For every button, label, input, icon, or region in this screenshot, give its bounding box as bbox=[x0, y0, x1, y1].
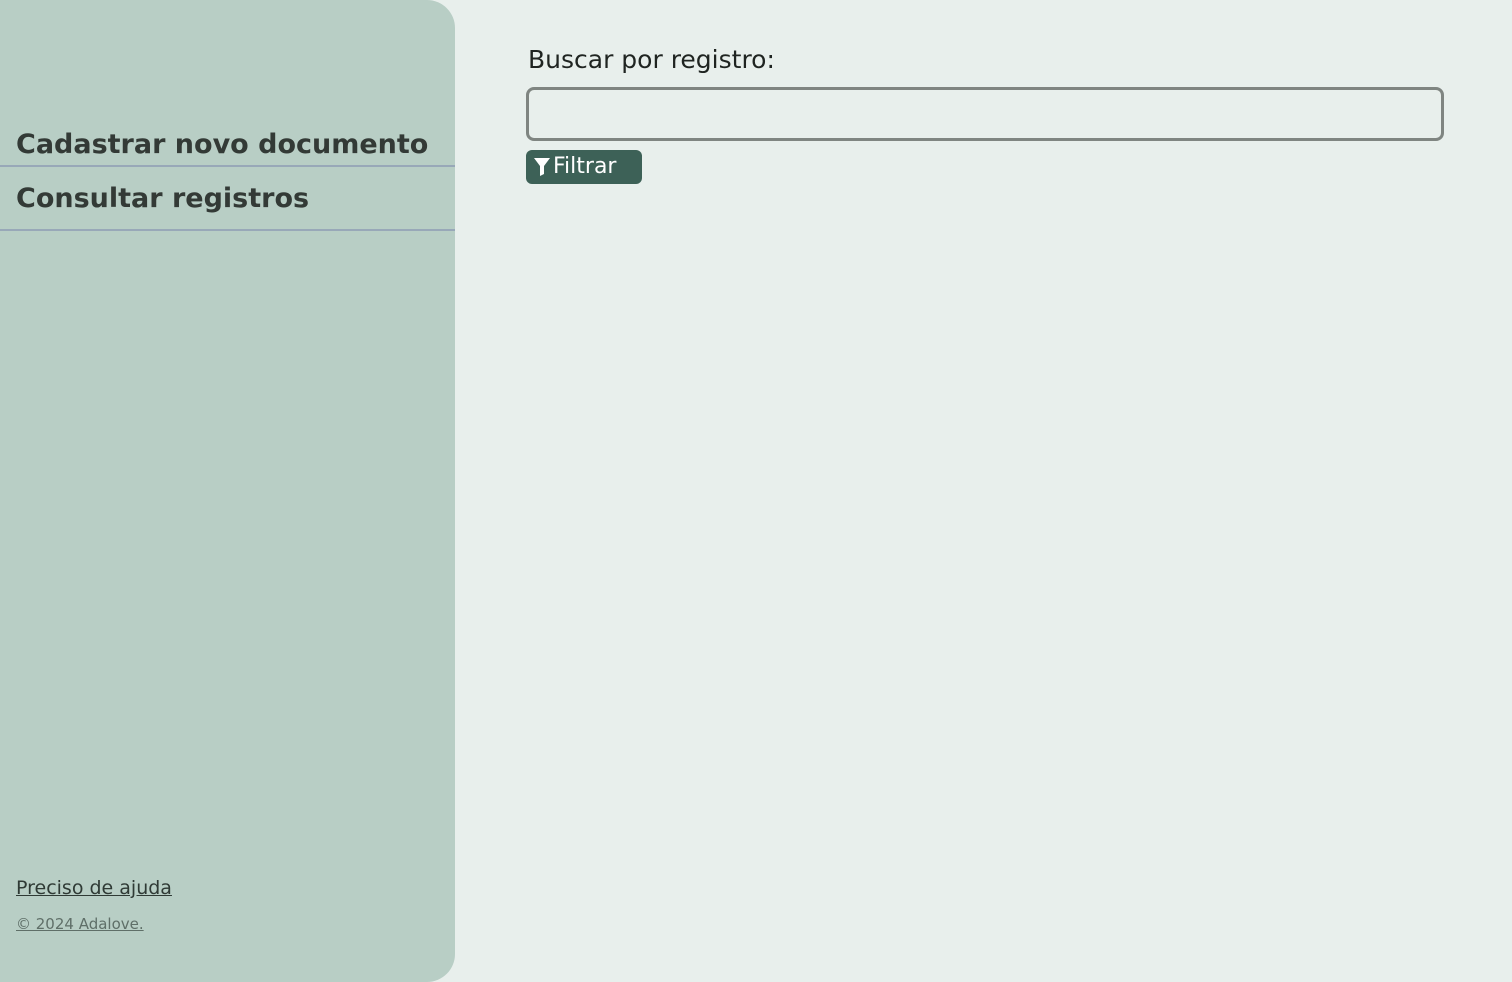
copyright-text: © 2024 Adalove. bbox=[16, 915, 144, 933]
help-link[interactable]: Preciso de ajuda bbox=[16, 877, 172, 899]
search-label: Buscar por registro: bbox=[528, 45, 775, 74]
sidebar: Cadastrar novo documento Consultar regis… bbox=[0, 0, 455, 982]
app-window: Cadastrar novo documento Consultar regis… bbox=[0, 0, 1512, 982]
filter-button-label: Filtrar bbox=[553, 154, 617, 179]
filter-button[interactable]: Filtrar bbox=[526, 150, 642, 184]
sidebar-item-consultar-registros[interactable]: Consultar registros bbox=[0, 167, 455, 231]
sidebar-item-cadastrar-novo-documento[interactable]: Cadastrar novo documento bbox=[0, 120, 455, 167]
search-input[interactable] bbox=[526, 87, 1444, 141]
sidebar-nav: Cadastrar novo documento Consultar regis… bbox=[0, 120, 455, 231]
filter-icon bbox=[534, 158, 550, 176]
